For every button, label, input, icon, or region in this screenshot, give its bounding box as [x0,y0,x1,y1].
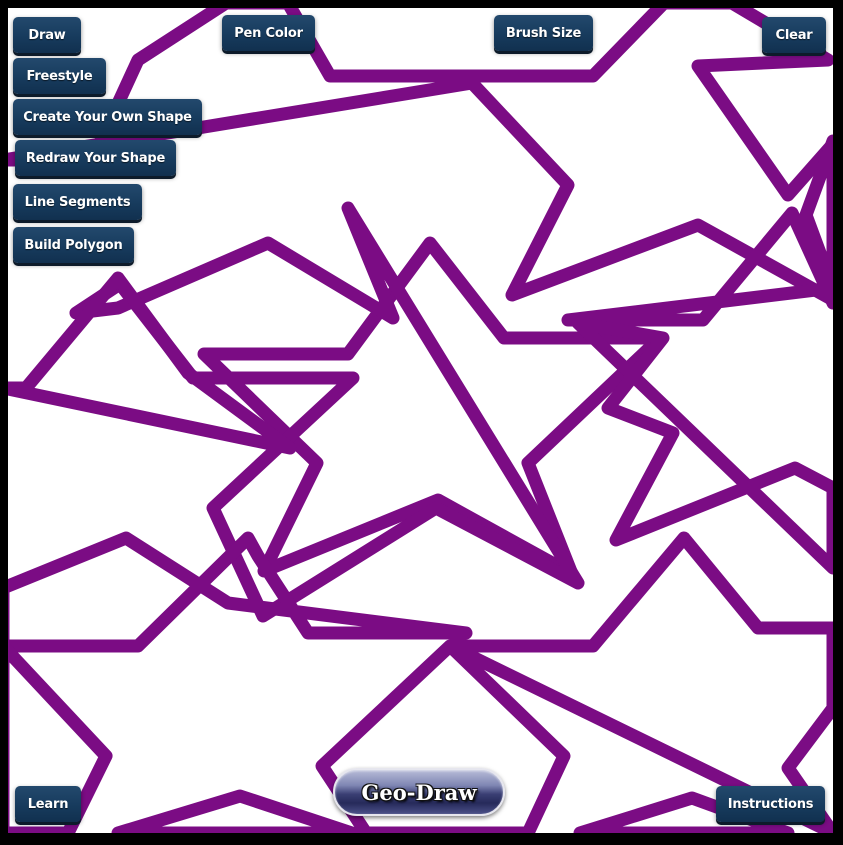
line-segments-button[interactable]: Line Segments [13,184,142,220]
create-your-own-shape-button[interactable]: Create Your Own Shape [13,99,202,135]
build-polygon-button[interactable]: Build Polygon [13,227,134,263]
brush-size-button[interactable]: Brush Size [494,15,593,51]
draw-button[interactable]: Draw [13,17,81,53]
drawn-star-shape [111,789,359,833]
pen-color-button[interactable]: Pen Color [222,15,315,51]
drawn-star-shape [571,316,833,575]
redraw-your-shape-button[interactable]: Redraw Your Shape [15,140,176,176]
clear-button[interactable]: Clear [762,17,826,53]
geo-draw-logo-button[interactable]: Geo-Draw [333,768,505,816]
drawn-star-shape [8,271,297,455]
drawn-star-shape [197,236,667,581]
learn-button[interactable]: Learn [15,786,81,822]
freestyle-button[interactable]: Freestyle [13,58,106,94]
drawn-star-shape [8,531,473,653]
instructions-button[interactable]: Instructions [716,786,825,822]
